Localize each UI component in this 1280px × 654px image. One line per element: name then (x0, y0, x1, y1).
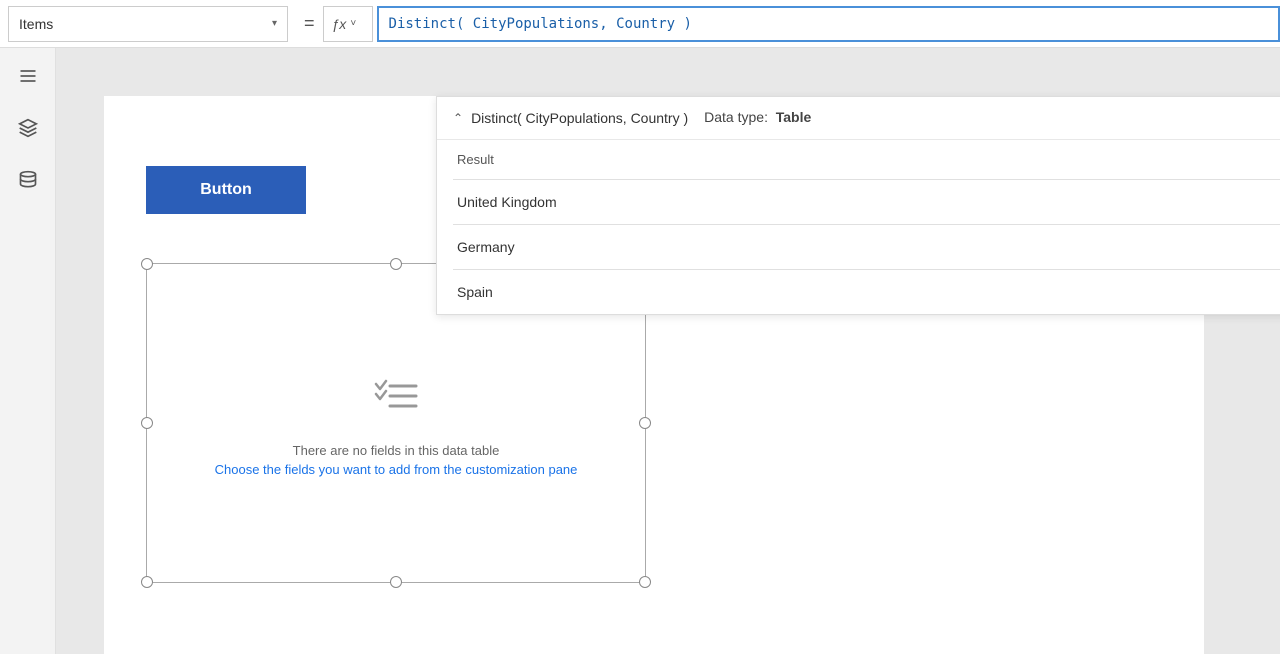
canvas-button[interactable]: Button (146, 166, 306, 214)
handle-bottom-middle[interactable] (390, 576, 402, 588)
items-dropdown[interactable]: Items ▾ (8, 6, 288, 42)
dropdown-header: ⌃ Distinct( CityPopulations, Country ) D… (437, 97, 1280, 140)
empty-state-link[interactable]: Choose the fields you want to add from t… (215, 462, 578, 477)
handle-middle-right[interactable] (639, 417, 651, 429)
empty-state-text: There are no fields in this data table (293, 443, 500, 458)
dropdown-datatype-label: Data type: Table (704, 109, 811, 125)
handle-top-middle[interactable] (390, 258, 402, 270)
dropdown-item-germany[interactable]: Germany (437, 225, 1280, 269)
dropdown-result-header: Result (437, 140, 1280, 179)
handle-bottom-right[interactable] (639, 576, 651, 588)
handle-bottom-left[interactable] (141, 576, 153, 588)
handle-top-left[interactable] (141, 258, 153, 270)
collapse-icon[interactable]: ⌃ (453, 111, 463, 125)
dropdown-formula-label: Distinct( CityPopulations, Country ) (471, 110, 688, 126)
dropdown-datatype: Data type: Table (704, 109, 811, 127)
canvas-button-label: Button (200, 181, 252, 199)
sidebar-item-menu[interactable] (12, 60, 44, 92)
dropdown-header-left: ⌃ Distinct( CityPopulations, Country ) (453, 110, 688, 126)
chevron-down-icon: ▾ (272, 18, 277, 29)
sidebar-item-layers[interactable] (12, 112, 44, 144)
sidebar-item-data[interactable] (12, 164, 44, 196)
equals-sign: = (304, 13, 315, 34)
dropdown-panel: ⌃ Distinct( CityPopulations, Country ) D… (436, 96, 1280, 315)
empty-state-icon (364, 370, 428, 427)
main-layout: Button (0, 48, 1280, 654)
fx-label: ƒx (332, 16, 347, 32)
fx-bar[interactable]: ƒx ˅ (323, 6, 373, 42)
canvas-area: Button (56, 48, 1280, 654)
fx-chevron-icon: ˅ (350, 18, 356, 29)
dropdown-item-spain[interactable]: Spain (437, 270, 1280, 314)
items-dropdown-label: Items (19, 16, 53, 32)
formula-input[interactable] (377, 6, 1280, 42)
sidebar (0, 48, 56, 654)
top-bar: Items ▾ = ƒx ˅ (0, 0, 1280, 48)
dropdown-item-uk[interactable]: United Kingdom (437, 180, 1280, 224)
handle-middle-left[interactable] (141, 417, 153, 429)
